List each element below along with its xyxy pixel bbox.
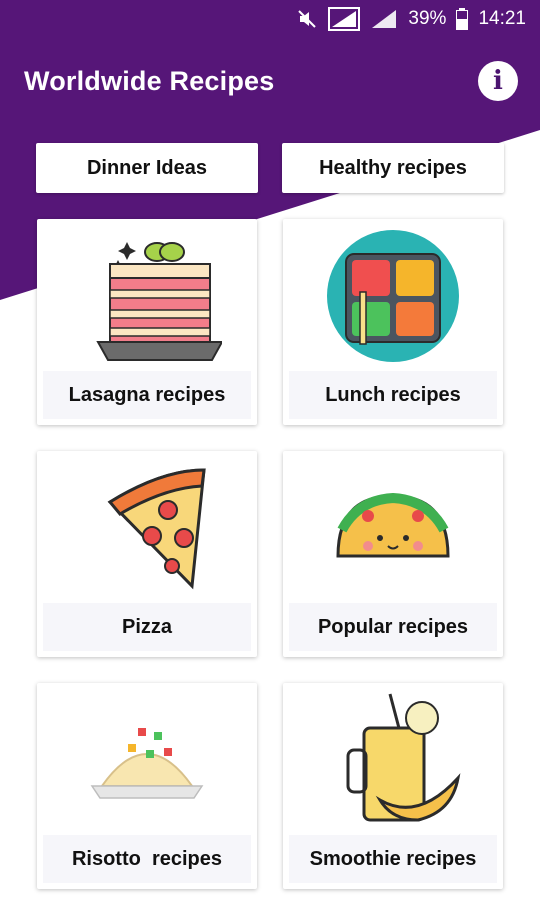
lasagna-icon (37, 219, 257, 369)
card-label: Risotto recipes (43, 835, 251, 883)
card-label: Pizza (43, 603, 251, 651)
clock: 14:21 (478, 8, 526, 29)
battery-percent: 39% (408, 8, 447, 29)
card-pizza[interactable]: Pizza (37, 451, 257, 657)
bottom-edge (0, 892, 540, 900)
card-label: Lunch recipes (289, 371, 497, 419)
card-label: Smoothie recipes (289, 835, 497, 883)
info-icon: i (493, 66, 503, 96)
card-popular[interactable]: Popular recipes (283, 451, 503, 657)
app-bar: Worldwide Recipes i (0, 38, 540, 124)
card-smoothie[interactable]: Smoothie recipes (283, 683, 503, 889)
card-label: Lasagna recipes (43, 371, 251, 419)
taco-icon (283, 451, 503, 601)
lunch-box-icon (283, 219, 503, 369)
card-label: Popular recipes (289, 603, 497, 651)
mute-icon (296, 8, 318, 30)
healthy-recipes-button[interactable]: Healthy recipes (282, 143, 504, 193)
smoothie-icon (283, 683, 503, 833)
dinner-ideas-button[interactable]: Dinner Ideas (36, 143, 258, 193)
status-bar: 39% 14:21 (0, 0, 540, 38)
page-title: Worldwide Recipes (24, 65, 275, 96)
card-risotto[interactable]: Risotto recipes (37, 683, 257, 889)
pizza-icon (37, 451, 257, 601)
dinner-ideas-label: Dinner Ideas (86, 156, 208, 179)
card-lunch[interactable]: Lunch recipes (283, 219, 503, 425)
no-sim-icon (328, 7, 361, 31)
card-lasagna[interactable]: Lasagna recipes (37, 219, 257, 425)
risotto-icon (37, 683, 257, 833)
healthy-recipes-label: Healthy recipes (319, 156, 467, 179)
signal-icon (370, 8, 398, 30)
battery-icon (456, 8, 469, 30)
info-button[interactable]: i (478, 61, 518, 101)
